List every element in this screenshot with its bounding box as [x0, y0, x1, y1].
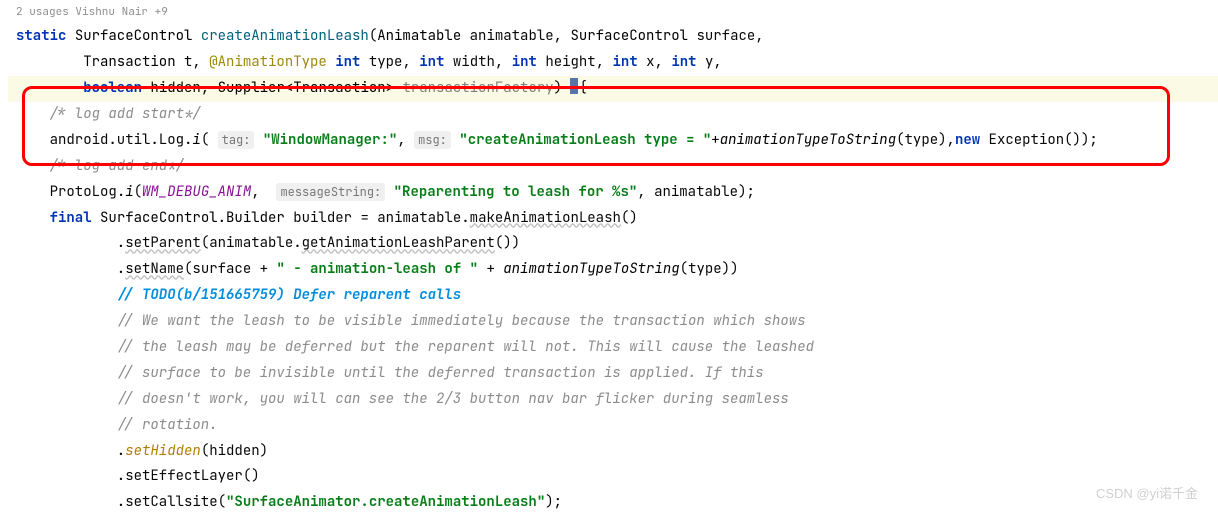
keyword-int: int	[335, 53, 360, 71]
method-call: animationTypeToString	[503, 260, 679, 278]
comment: /* log add end*/	[50, 157, 184, 175]
return-type: SurfaceControl	[75, 27, 193, 45]
object: animatable	[377, 209, 461, 227]
code-line-12[interactable]: // We want the leash to be visible immed…	[8, 309, 1218, 335]
string-literal: "WindowManager:"	[263, 131, 397, 149]
class-name: ProtoLog	[50, 183, 117, 201]
code-line-19[interactable]: .setCallsite("SurfaceAnimator.createAnim…	[8, 490, 1218, 516]
comment: // We want the leash to be visible immed…	[117, 312, 806, 330]
code-editor[interactable]: 2 usages Vishnu Nair +9 static SurfaceCo…	[0, 0, 1218, 516]
code-line-11[interactable]: // TODO(b/151665759) Defer reparent call…	[8, 283, 1218, 309]
usage-hint: 2 usages Vishnu Nair +9	[8, 2, 1218, 22]
param-name: height	[545, 53, 595, 71]
param-type: Animatable	[377, 27, 461, 45]
method-call: makeAnimationLeash	[470, 209, 621, 227]
method-call: i	[125, 183, 133, 201]
string-literal: "Reparenting to leash for %s"	[394, 183, 638, 201]
param-name: y	[705, 53, 713, 71]
param-name: hidden	[150, 79, 200, 97]
caret	[570, 78, 578, 94]
param-hint: tag:	[218, 131, 255, 149]
method-call: setParent	[125, 234, 201, 252]
keyword-int: int	[671, 53, 696, 71]
method-call: animationTypeToString	[720, 131, 896, 149]
arg: animatable	[654, 183, 738, 201]
keyword-new: new	[955, 131, 980, 149]
comment: // surface to be invisible until the def…	[117, 364, 764, 382]
string-literal: "createAnimationLeash type = "	[459, 131, 711, 149]
keyword-static: static	[16, 27, 66, 45]
brace: {	[578, 79, 586, 97]
watermark: CSDN @yi诺千金	[1096, 482, 1198, 506]
qualified-name: android.util.Log.	[50, 131, 193, 149]
todo-comment: // TODO(b/151665759) Defer reparent call…	[117, 286, 461, 304]
method-name: createAnimationLeash	[201, 27, 369, 45]
var-name: builder	[293, 209, 352, 227]
equals: =	[360, 209, 368, 227]
method-call: i	[192, 131, 200, 149]
param-hint: messageString:	[276, 183, 385, 201]
code-line-4[interactable]: /* log add start*/	[8, 102, 1218, 128]
string-literal: " - animation-leash of "	[276, 260, 478, 278]
param-name: x	[646, 53, 654, 71]
code-line-9[interactable]: .setParent(animatable.getAnimationLeashP…	[8, 231, 1218, 257]
param-name: surface	[696, 27, 755, 45]
annotation: @AnimationType	[209, 53, 327, 71]
param-name: transactionFactory	[402, 79, 553, 97]
arg: hidden	[209, 442, 259, 460]
comment: // rotation.	[117, 416, 218, 434]
code-line-10[interactable]: .setName(surface + " - animation-leash o…	[8, 257, 1218, 283]
arg: type	[688, 260, 722, 278]
keyword-int: int	[419, 53, 444, 71]
param-name: animatable	[470, 27, 554, 45]
method-call: setHidden	[125, 442, 201, 460]
class-name: Exception	[989, 131, 1065, 149]
param-type: SurfaceControl	[570, 27, 688, 45]
param-name: width	[453, 53, 495, 71]
code-line-2[interactable]: Transaction t, @AnimationType int type, …	[8, 50, 1218, 76]
code-line-8[interactable]: final SurfaceControl.Builder builder = a…	[8, 206, 1218, 232]
code-line-18[interactable]: .setEffectLayer()	[8, 464, 1218, 490]
code-line-7[interactable]: ProtoLog.i(WM_DEBUG_ANIM, messageString:…	[8, 180, 1218, 206]
arg: type	[905, 131, 939, 149]
object: animatable	[209, 234, 293, 252]
code-line-17[interactable]: .setHidden(hidden)	[8, 439, 1218, 465]
code-line-3[interactable]: boolean hidden, Supplier<Transaction> tr…	[8, 76, 1218, 102]
keyword-int: int	[613, 53, 638, 71]
code-line-14[interactable]: // surface to be invisible until the def…	[8, 361, 1218, 387]
method-call: setName	[125, 260, 184, 278]
comment: /* log add start*/	[50, 105, 201, 123]
method-call: getAnimationLeashParent	[302, 234, 495, 252]
comment: // doesn't work, you will can see the 2/…	[117, 390, 789, 408]
code-line-1[interactable]: static SurfaceControl createAnimationLea…	[8, 24, 1218, 50]
keyword-int: int	[512, 53, 537, 71]
param-name: type	[369, 53, 403, 71]
string-literal: "SurfaceAnimator.createAnimationLeash"	[226, 493, 545, 511]
param-type: Supplier<Transaction>	[218, 79, 394, 97]
method-call: setCallsite	[125, 493, 217, 511]
param-name: t	[184, 53, 192, 71]
constant: WM_DEBUG_ANIM	[142, 183, 251, 201]
code-line-5[interactable]: android.util.Log.i( tag: "WindowManager:…	[8, 128, 1218, 154]
code-line-13[interactable]: // the leash may be deferred but the rep…	[8, 335, 1218, 361]
operator-plus: +	[711, 131, 719, 149]
code-line-15[interactable]: // doesn't work, you will can see the 2/…	[8, 387, 1218, 413]
method-call: setEffectLayer	[125, 467, 243, 485]
type: SurfaceControl.Builder	[100, 209, 285, 227]
code-line-6[interactable]: /* log add end*/	[8, 154, 1218, 180]
keyword-final: final	[50, 209, 92, 227]
comment: // the leash may be deferred but the rep…	[117, 338, 814, 356]
arg: surface	[192, 260, 251, 278]
param-hint: msg:	[414, 131, 451, 149]
code-line-16[interactable]: // rotation.	[8, 413, 1218, 439]
keyword-boolean: boolean	[83, 79, 142, 97]
param-type: Transaction	[83, 53, 175, 71]
